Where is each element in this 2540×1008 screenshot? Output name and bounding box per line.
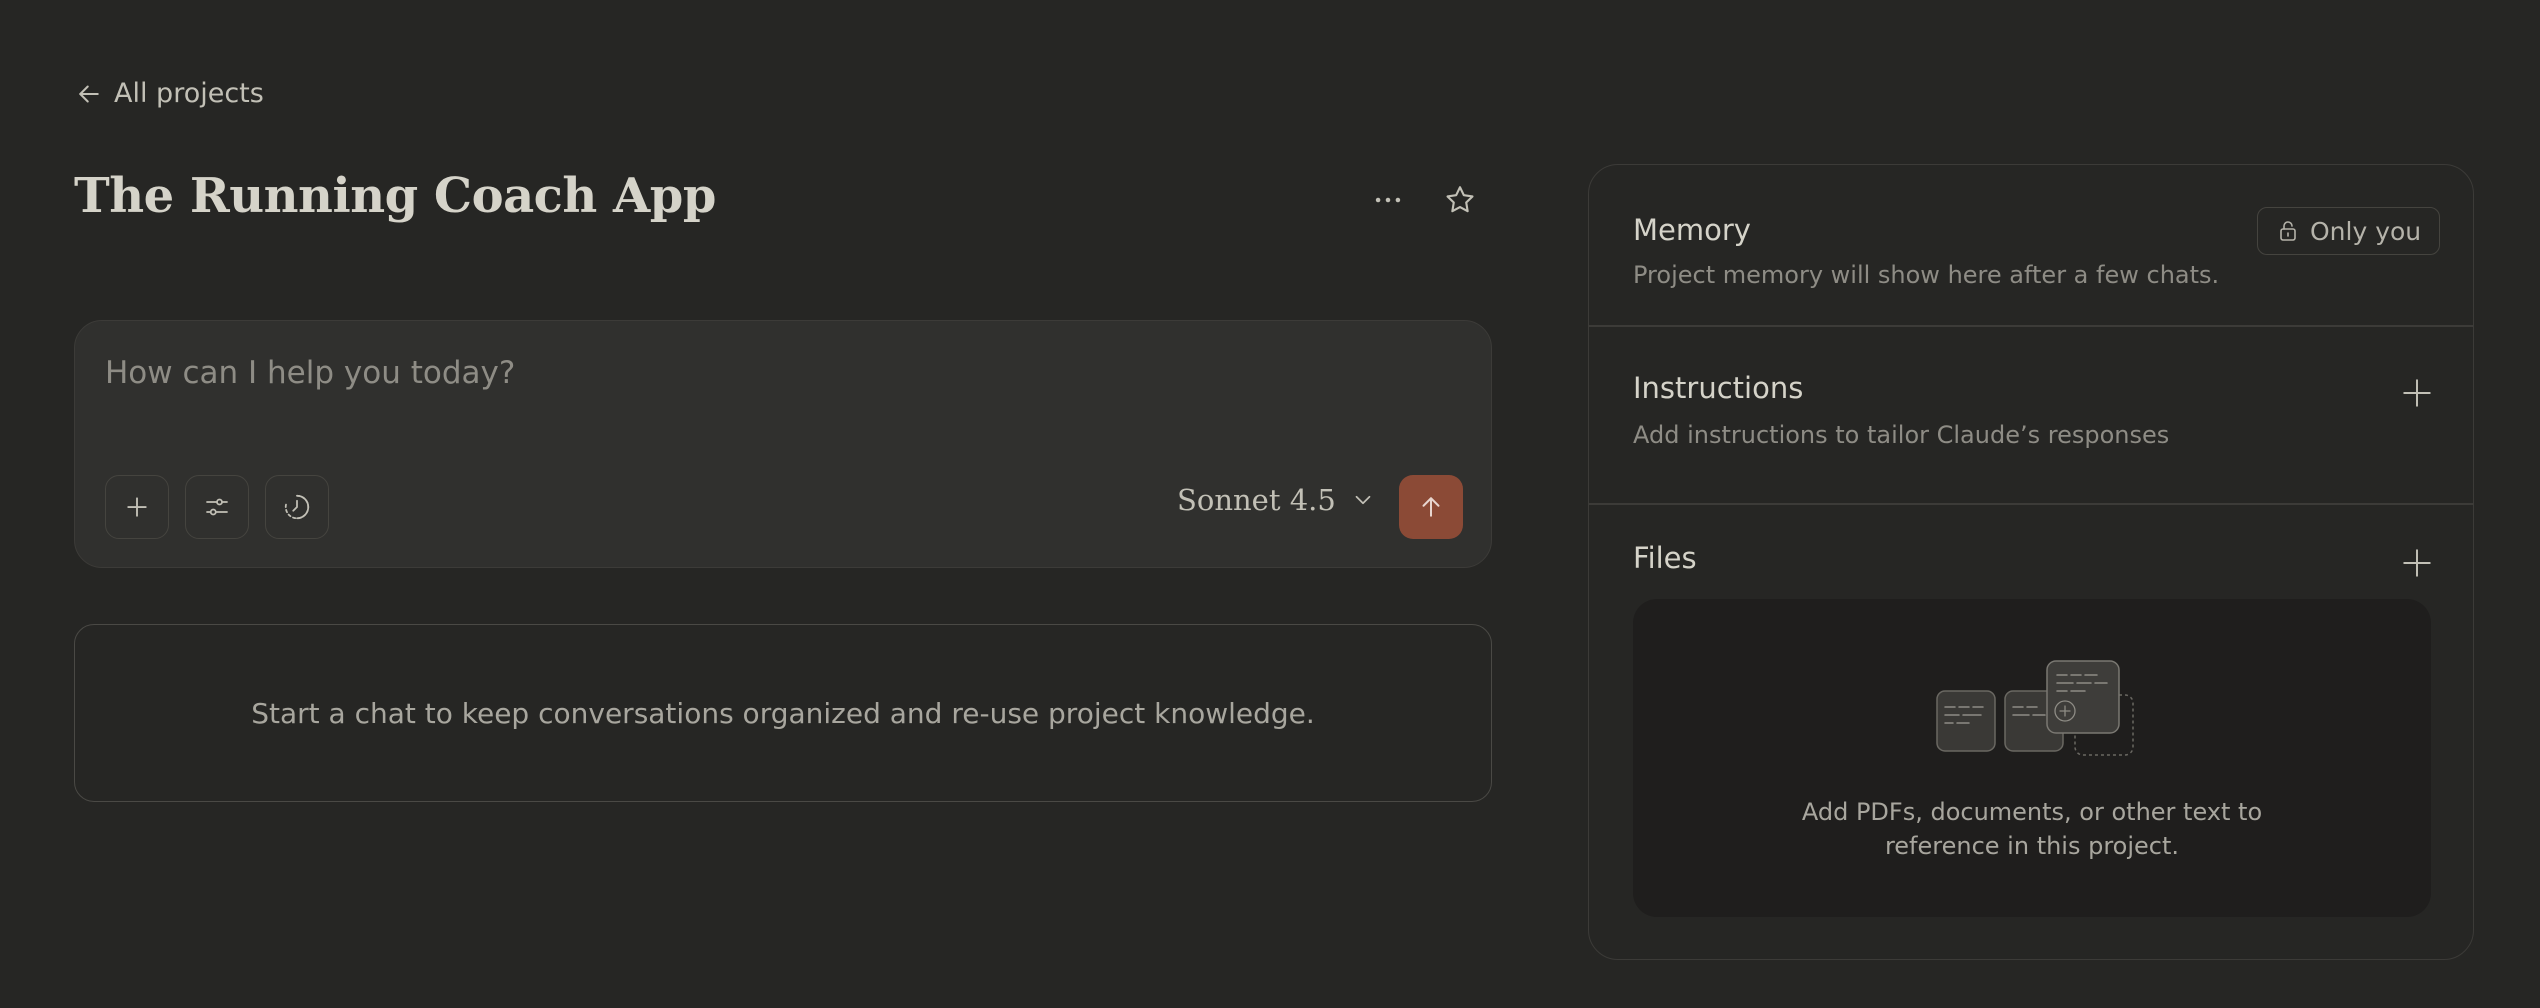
message-input[interactable]: How can I help you today? — [105, 355, 515, 391]
add-instructions-button[interactable] — [2395, 371, 2439, 415]
add-attachment-button[interactable] — [105, 475, 169, 539]
visibility-label: Only you — [2310, 216, 2422, 246]
lock-icon — [2280, 221, 2296, 241]
files-drop-zone[interactable]: Add PDFs, documents, or other text to re… — [1633, 599, 2431, 917]
instructions-section: Instructions Add instructions to tailor … — [1589, 325, 2473, 503]
history-button[interactable] — [265, 475, 329, 539]
memory-title: Memory — [1633, 213, 1751, 247]
project-side-panel: Memory Project memory will show here aft… — [1588, 164, 2474, 960]
clock-icon — [284, 494, 310, 520]
instructions-description: Add instructions to tailor Claude’s resp… — [1633, 421, 2170, 449]
arrow-left-icon — [79, 85, 99, 102]
model-selector[interactable]: Sonnet 4.5 — [1177, 483, 1376, 517]
plus-icon — [127, 497, 147, 517]
plus-icon — [2403, 379, 2431, 407]
visibility-badge[interactable]: Only you — [2257, 207, 2441, 255]
title-actions — [1364, 176, 1484, 224]
files-title: Files — [1633, 541, 1697, 575]
more-dots-icon — [1375, 197, 1401, 203]
memory-section: Memory Project memory will show here aft… — [1589, 165, 2473, 325]
tools-settings-button[interactable] — [185, 475, 249, 539]
memory-description: Project memory will show here after a fe… — [1633, 261, 2220, 289]
files-empty-line-2: reference in this project. — [1884, 832, 2180, 860]
page-title: The Running Coach App — [74, 168, 716, 224]
chevron-down-icon — [1355, 495, 1371, 505]
files-empty-text: Add PDFs, documents, or other text to re… — [1633, 795, 2431, 863]
chat-composer: How can I help you today? Sonnet 4.5 — [74, 320, 1492, 568]
documents-illustration-icon — [1936, 660, 2134, 756]
send-button[interactable] — [1399, 475, 1463, 539]
files-empty-line-1: Add PDFs, documents, or other text to — [1801, 798, 2263, 826]
add-files-button[interactable] — [2395, 541, 2439, 585]
model-name: Sonnet 4.5 — [1177, 483, 1336, 517]
composer-tools — [105, 475, 329, 539]
instructions-title: Instructions — [1633, 371, 1804, 405]
plus-icon — [2403, 549, 2431, 577]
more-options-button[interactable] — [1364, 176, 1412, 224]
all-projects-label: All projects — [114, 78, 264, 109]
sliders-icon — [206, 498, 228, 516]
chats-empty-state: Start a chat to keep conversations organ… — [74, 624, 1492, 802]
star-icon — [1446, 186, 1474, 213]
all-projects-link[interactable]: All projects — [74, 78, 264, 109]
arrow-up-icon — [1422, 497, 1440, 517]
empty-state-text: Start a chat to keep conversations organ… — [251, 696, 1315, 730]
favorite-button[interactable] — [1436, 176, 1484, 224]
